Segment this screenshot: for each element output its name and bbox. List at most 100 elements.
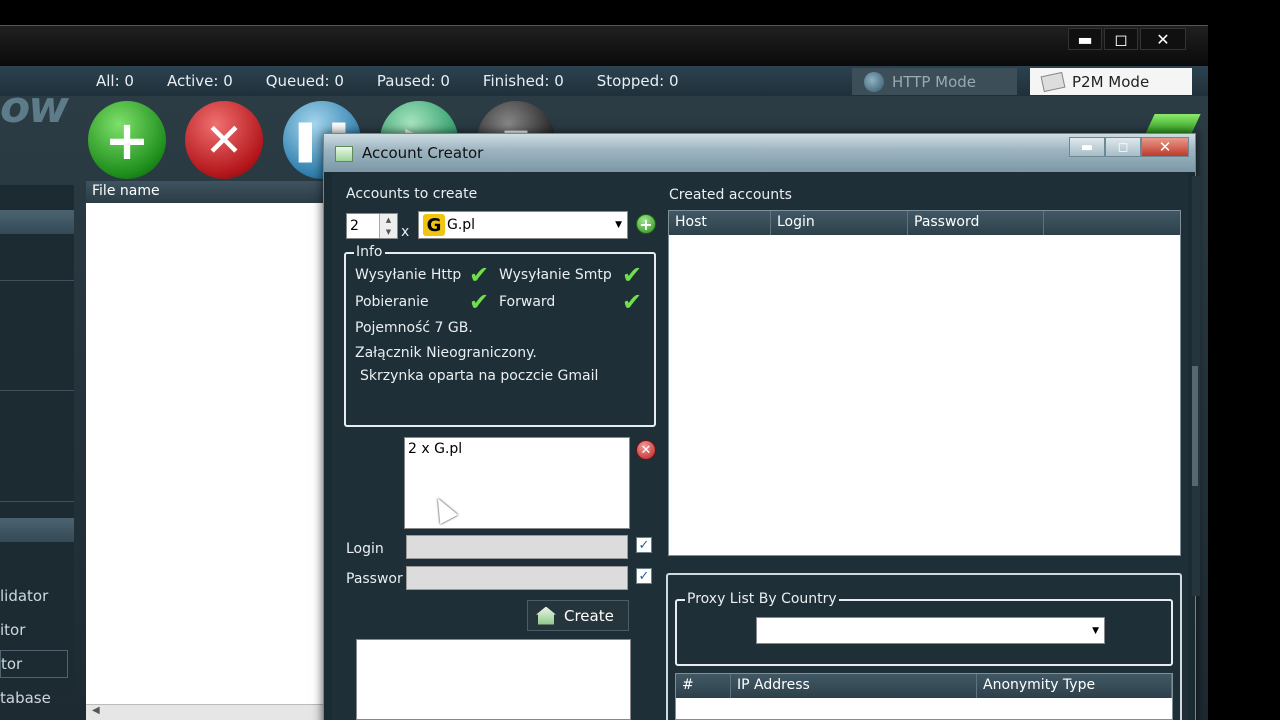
queue-item[interactable]: 2 x G.pl [408, 441, 462, 457]
service-value: G.pl [447, 217, 476, 233]
dialog-minimize-button[interactable]: ▬ [1069, 137, 1105, 157]
nav-divider [0, 501, 74, 502]
info-http-send: Wysyłanie Http [355, 267, 462, 283]
nav-section-header[interactable] [0, 210, 74, 234]
password-label: Passwor [346, 571, 403, 587]
stat-paused[interactable]: Paused: 0 [377, 72, 450, 90]
chevron-up-icon[interactable]: ▲ [386, 216, 391, 224]
column-host[interactable]: Host [669, 211, 771, 235]
dropdown-arrow-icon[interactable]: ▼ [615, 220, 622, 230]
tab-p2m-label: P2M Mode [1072, 72, 1150, 91]
info-capacity: Pojemność 7 GB. [355, 320, 473, 336]
info-smtp-send: Wysyłanie Smtp [499, 267, 612, 283]
g-pl-logo-icon: G [423, 214, 445, 236]
info-forward: Forward [499, 294, 556, 310]
quantity-stepper[interactable]: 2 ▲ ▼ [346, 213, 398, 239]
login-input[interactable] [406, 535, 628, 559]
remove-download-button[interactable]: ✕ [185, 101, 263, 179]
scroll-left-icon[interactable]: ◀ [92, 705, 100, 716]
close-button[interactable]: ✕ [1140, 28, 1186, 50]
nav-item-database[interactable]: tabase [0, 689, 51, 707]
app-logo: ow [0, 82, 69, 133]
cube-icon[interactable] [1145, 114, 1201, 134]
login-random-checkbox[interactable]: ✓ [636, 537, 652, 553]
info-group-title: Info [354, 244, 385, 260]
nav-divider [0, 280, 74, 281]
stat-stopped[interactable]: Stopped: 0 [597, 72, 679, 90]
dropdown-arrow-icon[interactable]: ▼ [1092, 626, 1099, 636]
login-label: Login [346, 541, 384, 557]
info-download: Pobieranie [355, 294, 429, 310]
proxy-group-title: Proxy List By Country [685, 591, 839, 607]
minimize-button[interactable]: ▬ [1068, 28, 1102, 50]
proxy-table-header: # IP Address Anonymity Type [676, 674, 1172, 698]
download-stats: All: 0 Active: 0 Queued: 0 Paused: 0 Fin… [96, 72, 679, 90]
column-file-name[interactable]: File name [86, 181, 326, 203]
info-mailbox: Skrzynka oparta na poczcie Gmail [360, 368, 599, 384]
plus-icon: + [639, 214, 653, 234]
checkmark-icon: ✔ [469, 261, 490, 289]
proxy-country-select[interactable]: ▼ [756, 617, 1105, 644]
tab-http-label: HTTP Mode [892, 72, 977, 91]
created-accounts-header: Host Login Password [669, 211, 1180, 235]
created-accounts-table[interactable]: Host Login Password [668, 210, 1181, 556]
main-titlebar: ▬ ◻ ✕ [0, 26, 1208, 66]
stat-all[interactable]: All: 0 [96, 72, 134, 90]
file-list[interactable]: File name ◀ [86, 181, 326, 720]
checkmark-icon: ✓ [638, 537, 650, 553]
tab-p2m-mode[interactable]: P2M Mode [1030, 68, 1192, 95]
created-accounts-label: Created accounts [669, 187, 792, 203]
x-icon: ✕ [204, 113, 244, 167]
dialog-maximize-button[interactable]: ◻ [1105, 137, 1141, 157]
dialog-titlebar[interactable]: Account Creator ▬ ◻ ✕ [324, 134, 1195, 172]
dialog-title: Account Creator [362, 144, 484, 162]
quantity-value: 2 [350, 218, 359, 234]
add-download-button[interactable]: + [88, 101, 166, 179]
globe-icon [864, 71, 884, 92]
stat-active[interactable]: Active: 0 [167, 72, 233, 90]
info-attachment: Załącznik Nieograniczony. [355, 345, 537, 361]
nav-divider [0, 390, 74, 391]
checkmark-icon: ✓ [638, 568, 650, 584]
stat-finished[interactable]: Finished: 0 [483, 72, 564, 90]
chevron-down-icon[interactable]: ▼ [386, 228, 391, 236]
plus-icon: + [104, 108, 150, 172]
window-controls: ▬ ◻ ✕ [1068, 28, 1186, 50]
password-random-checkbox[interactable]: ✓ [636, 568, 652, 584]
x-icon: ✕ [640, 442, 652, 458]
column-ip-address[interactable]: IP Address [731, 674, 977, 698]
service-select[interactable]: G G.pl ▼ [418, 211, 628, 239]
log-output[interactable] [356, 639, 631, 720]
multiply-sign: x [401, 224, 410, 240]
accounts-to-create-label: Accounts to create [346, 186, 478, 202]
left-nav: lidator itor tor tabase [0, 185, 74, 707]
nav-section-header[interactable] [0, 518, 74, 542]
remove-queue-item-button[interactable]: ✕ [636, 440, 656, 460]
stepper-arrows[interactable]: ▲ ▼ [379, 214, 397, 238]
column-anonymity-type[interactable]: Anonymity Type [977, 674, 1172, 698]
checkmark-icon: ✔ [622, 261, 643, 289]
maximize-button[interactable]: ◻ [1104, 28, 1138, 50]
create-button[interactable]: Create [527, 600, 629, 631]
vertical-scrollbar[interactable] [1192, 176, 1200, 596]
add-service-button[interactable]: + [636, 214, 656, 234]
nav-item-validator[interactable]: lidator [0, 587, 48, 605]
checkmark-icon: ✔ [622, 288, 643, 316]
horizontal-scrollbar[interactable]: ◀ [86, 704, 326, 720]
proxy-table[interactable]: # IP Address Anonymity Type [675, 673, 1173, 720]
scroll-thumb[interactable] [1192, 366, 1198, 486]
dialog-window-controls: ▬ ◻ ✕ [1069, 137, 1189, 157]
nav-item-editor[interactable]: itor [0, 621, 25, 639]
tab-http-mode[interactable]: HTTP Mode [852, 68, 1017, 95]
dialog-close-button[interactable]: ✕ [1141, 137, 1189, 157]
column-login[interactable]: Login [771, 211, 908, 235]
create-button-label: Create [564, 606, 614, 625]
envelope-icon [1040, 71, 1066, 92]
checkmark-icon: ✔ [469, 288, 490, 316]
dialog-app-icon [335, 146, 353, 162]
column-number[interactable]: # [676, 674, 731, 698]
password-input[interactable] [406, 566, 628, 590]
stat-queued[interactable]: Queued: 0 [266, 72, 344, 90]
nav-item-creator[interactable]: tor [0, 650, 68, 678]
column-password[interactable]: Password [908, 211, 1044, 235]
